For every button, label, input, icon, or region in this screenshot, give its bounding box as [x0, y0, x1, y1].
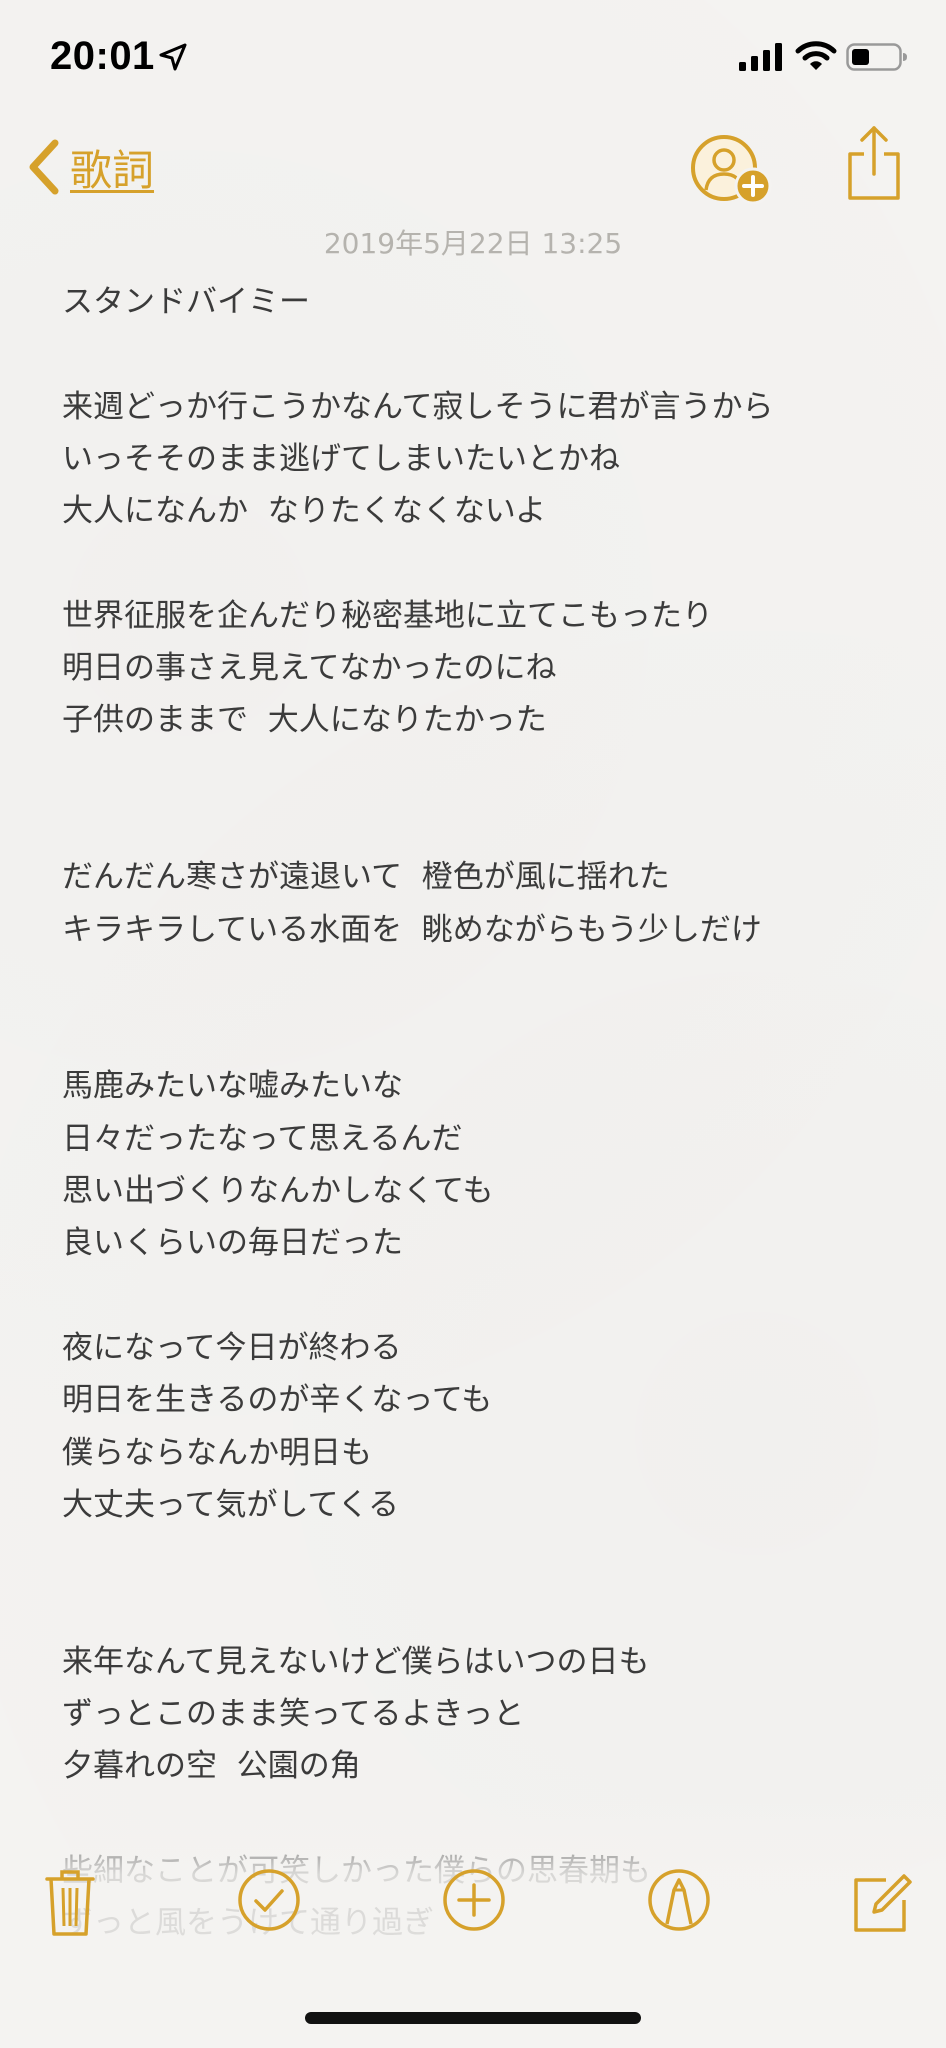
cellular-signal-icon [739, 43, 782, 71]
note-line: スタンドバイミー [62, 284, 310, 320]
checkmark-circle-icon [238, 1869, 300, 1931]
battery-icon [846, 43, 907, 71]
note-line: 馬鹿みたいな嘘みたいな [62, 1068, 403, 1105]
share-icon[interactable] [846, 124, 902, 202]
note-line: 良いくらいの毎日だった [62, 1225, 403, 1262]
note-line [62, 1531, 912, 1583]
navigation-bar: 歌詞 [0, 120, 946, 220]
note-line: 来週どっか行こうかなんて寂しそうに君が言うから [62, 388, 774, 425]
note-line: 明日の事さえ見えてなかったのにね [62, 650, 557, 687]
note-line: 来年なんて見えないけど僕らはいつの日も [62, 1643, 650, 1680]
note-line [62, 328, 912, 380]
chevron-left-icon [29, 139, 59, 195]
checklist-button[interactable] [237, 1868, 301, 1948]
note-line: 夜になって今日が終わる [62, 1329, 402, 1366]
plus-circle-icon [443, 1869, 505, 1931]
note-line: 大人になんか なりたくなくないよ [62, 493, 547, 530]
back-button[interactable]: 歌詞 [26, 132, 154, 202]
note-line [62, 956, 912, 1008]
trash-icon [45, 1870, 95, 1936]
note-line [62, 799, 912, 851]
note-line [62, 1270, 912, 1322]
note-line: 思い出づくりなんかしなくても [62, 1173, 494, 1210]
status-bar: 20:01 [0, 0, 946, 110]
note-line: だんだん寒さが遠退いて 橙色が風に揺れた [62, 859, 670, 896]
note-line [62, 1008, 912, 1060]
pen-circle-icon [648, 1869, 710, 1931]
note-line: ずっとこのまま笑ってるよきっと [62, 1696, 525, 1733]
note-line [62, 537, 912, 589]
note-line: 世界征服を企んだり秘密基地に立てこもったり [62, 597, 713, 634]
back-label: 歌詞 [70, 145, 155, 195]
location-arrow-icon [159, 43, 187, 71]
note-line: 子供のままで 大人になりたかった [62, 702, 547, 739]
home-indicator[interactable] [305, 2012, 641, 2024]
add-person-icon[interactable] [690, 130, 776, 210]
note-date: 2019年5月22日 13:25 [323, 227, 623, 260]
note-line: 夕暮れの空 公園の角 [62, 1748, 361, 1785]
compose-button[interactable] [852, 1868, 912, 1948]
markup-button[interactable] [647, 1868, 711, 1948]
wifi-icon [795, 41, 837, 70]
note-line: 明日を生きるのが辛くなっても [62, 1382, 493, 1419]
status-time: 20:01 [50, 34, 155, 78]
note-line: キラキラしている水面を 眺めながらもう少しだけ [62, 911, 762, 948]
compose-icon [854, 1874, 912, 1932]
note-line [62, 1583, 912, 1635]
add-button[interactable] [442, 1868, 506, 1948]
note-line: 僕らならなんか明日も [62, 1434, 372, 1471]
note-line: 日々だったなって思えるんだ [62, 1120, 463, 1157]
note-line: 大丈夫って気がしてくる [62, 1486, 399, 1523]
note-line [62, 747, 912, 799]
note-body[interactable]: スタンドバイミー来週どっか行こうかなんて寂しそうに君が言うから いっそそのまま逃げ… [62, 276, 912, 1950]
bottom-toolbar [0, 1868, 946, 1948]
delete-button[interactable] [44, 1868, 96, 1948]
note-line: いっそそのまま逃げてしまいたいとかね [62, 440, 620, 477]
